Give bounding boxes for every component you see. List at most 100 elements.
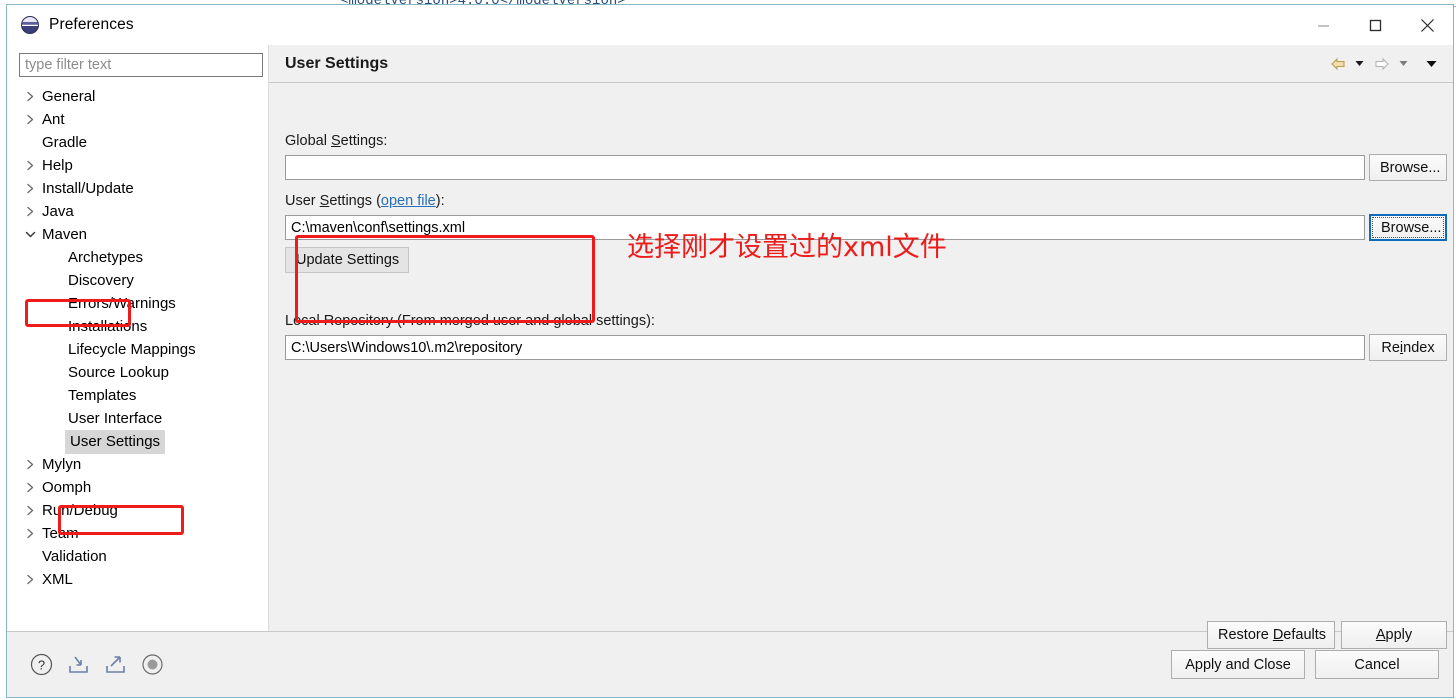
reindex-button[interactable]: Reindex	[1369, 334, 1447, 361]
oomph-recorder-icon[interactable]	[140, 652, 165, 677]
preferences-dialog: Preferences General Ant Gradle Help Install/…	[6, 4, 1454, 698]
window-controls	[1297, 5, 1453, 45]
global-settings-label-mnemonic: S	[330, 133, 341, 149]
minimize-icon[interactable]	[1297, 5, 1349, 45]
sidebar-item-user-interface[interactable]: User Interface	[7, 407, 268, 430]
sidebar-item-source-lookup[interactable]: Source Lookup	[7, 361, 268, 384]
chevron-right-icon[interactable]	[21, 574, 39, 585]
reindex-label-post: ndex	[1403, 339, 1435, 356]
help-icon[interactable]: ?	[29, 652, 54, 677]
apply-label-mnemonic: A	[1375, 627, 1386, 643]
search-input[interactable]	[19, 53, 263, 77]
apply-button[interactable]: Apply	[1341, 621, 1447, 649]
sidebar-item-run-debug[interactable]: Run/Debug	[7, 499, 268, 522]
chevron-right-icon[interactable]	[21, 114, 39, 125]
sidebar-item-label: User Interface	[68, 410, 163, 427]
sidebar-item-mylyn[interactable]: Mylyn	[7, 453, 268, 476]
sidebar-item-lifecycle-mappings[interactable]: Lifecycle Mappings	[7, 338, 268, 361]
global-settings-label: Global Settings:	[285, 133, 387, 149]
export-preferences-icon[interactable]	[103, 652, 128, 677]
sidebar-item-help[interactable]: Help	[7, 154, 268, 177]
user-settings-input[interactable]	[285, 215, 1365, 240]
sidebar-item-xml[interactable]: XML	[7, 568, 268, 591]
sidebar-item-label: Ant	[42, 111, 65, 128]
update-settings-button[interactable]: Update Settings	[285, 247, 409, 273]
sidebar-item-label: Mylyn	[42, 456, 82, 473]
sidebar-item-maven[interactable]: Maven	[7, 223, 268, 246]
restore-defaults-label-post: efaults	[1283, 627, 1327, 643]
local-repository-input[interactable]	[285, 335, 1365, 360]
user-settings-label-mnemonic: S	[319, 193, 330, 209]
global-settings-label-post: ettings:	[340, 133, 388, 149]
sidebar-item-label: Java	[42, 203, 74, 220]
sidebar-item-label: User Settings	[65, 429, 166, 454]
sidebar-item-label: Lifecycle Mappings	[68, 341, 196, 358]
sidebar-item-label: Errors/Warnings	[68, 295, 176, 312]
reindex-label-pre: Re	[1381, 339, 1400, 356]
page-toolbar	[1328, 53, 1453, 75]
footer-button-group: Apply and Close Cancel	[1171, 650, 1441, 679]
forward-dropdown-icon	[1394, 53, 1413, 75]
sidebar-item-label: General	[42, 88, 96, 105]
chevron-right-icon[interactable]	[21, 505, 39, 516]
chevron-right-icon[interactable]	[21, 482, 39, 493]
chevron-right-icon[interactable]	[21, 183, 39, 194]
sidebar-item-gradle[interactable]: Gradle	[7, 131, 268, 154]
chevron-right-icon[interactable]	[21, 528, 39, 539]
sidebar-item-errors-warnings[interactable]: Errors/Warnings	[7, 292, 268, 315]
chevron-right-icon[interactable]	[21, 459, 39, 470]
chevron-right-icon[interactable]	[21, 206, 39, 217]
sidebar-item-archetypes[interactable]: Archetypes	[7, 246, 268, 269]
sidebar-item-java[interactable]: Java	[7, 200, 268, 223]
sidebar-item-user-settings[interactable]: User Settings	[7, 429, 268, 454]
apply-and-close-button[interactable]: Apply and Close	[1171, 650, 1305, 679]
sidebar-item-installations[interactable]: Installations	[7, 315, 268, 338]
restore-defaults-button[interactable]: Restore Defaults	[1207, 621, 1335, 649]
sidebar-item-general[interactable]: General	[7, 85, 268, 108]
maximize-icon[interactable]	[1349, 5, 1401, 45]
sidebar-item-validation[interactable]: Validation	[7, 545, 268, 568]
user-settings-label-pre: User	[285, 193, 320, 209]
chevron-right-icon[interactable]	[21, 160, 39, 171]
sidebar-item-install-update[interactable]: Install/Update	[7, 177, 268, 200]
sidebar-item-label: XML	[42, 571, 73, 588]
sidebar-item-templates[interactable]: Templates	[7, 384, 268, 407]
sidebar-item-team[interactable]: Team	[7, 522, 268, 545]
restore-defaults-label-pre: Restore	[1218, 627, 1273, 643]
window-title: Preferences	[49, 16, 134, 33]
dialog-body: General Ant Gradle Help Install/Update Java Ma…	[7, 45, 1453, 649]
view-menu-dropdown-icon[interactable]	[1422, 53, 1441, 75]
import-preferences-icon[interactable]	[66, 652, 91, 677]
user-settings-label-mid: ettings (	[329, 193, 381, 209]
sidebar-item-label: Templates	[68, 387, 137, 404]
page-body: Global Settings: Browse... User Settings…	[269, 83, 1453, 649]
back-dropdown-icon[interactable]	[1350, 53, 1369, 75]
footer-icon-group: ?	[29, 652, 165, 677]
sidebar-item-label: Discovery	[68, 272, 134, 289]
local-repository-label: Local Repository (From merged user and g…	[285, 313, 655, 329]
sidebar-item-label: Help	[42, 157, 73, 174]
filter-wrapper	[7, 45, 268, 81]
back-arrow-icon[interactable]	[1328, 53, 1347, 75]
user-settings-label-post: ):	[435, 193, 445, 209]
restore-defaults-label-mnemonic: D	[1272, 627, 1284, 643]
user-settings-label: User Settings (open file):	[285, 193, 445, 209]
global-settings-browse-button[interactable]: Browse...	[1369, 154, 1447, 181]
global-settings-input[interactable]	[285, 155, 1365, 180]
chevron-down-icon[interactable]	[21, 230, 39, 239]
open-file-link[interactable]: open file	[381, 193, 436, 209]
sidebar-item-ant[interactable]: Ant	[7, 108, 268, 131]
sidebar-item-label: Archetypes	[68, 249, 144, 266]
preferences-tree: General Ant Gradle Help Install/Update Java Ma…	[7, 85, 268, 591]
sidebar-item-label: Maven	[42, 226, 88, 243]
close-icon[interactable]	[1401, 5, 1453, 45]
chevron-right-icon[interactable]	[21, 91, 39, 102]
eclipse-icon	[21, 16, 39, 34]
sidebar-item-discovery[interactable]: Discovery	[7, 269, 268, 292]
cancel-button[interactable]: Cancel	[1315, 650, 1439, 679]
sidebar-item-label: Installations	[68, 318, 148, 335]
title-bar: Preferences	[7, 5, 1453, 45]
sidebar-item-oomph[interactable]: Oomph	[7, 476, 268, 499]
user-settings-browse-button[interactable]: Browse...	[1369, 214, 1447, 241]
page-header: User Settings	[269, 45, 1453, 83]
